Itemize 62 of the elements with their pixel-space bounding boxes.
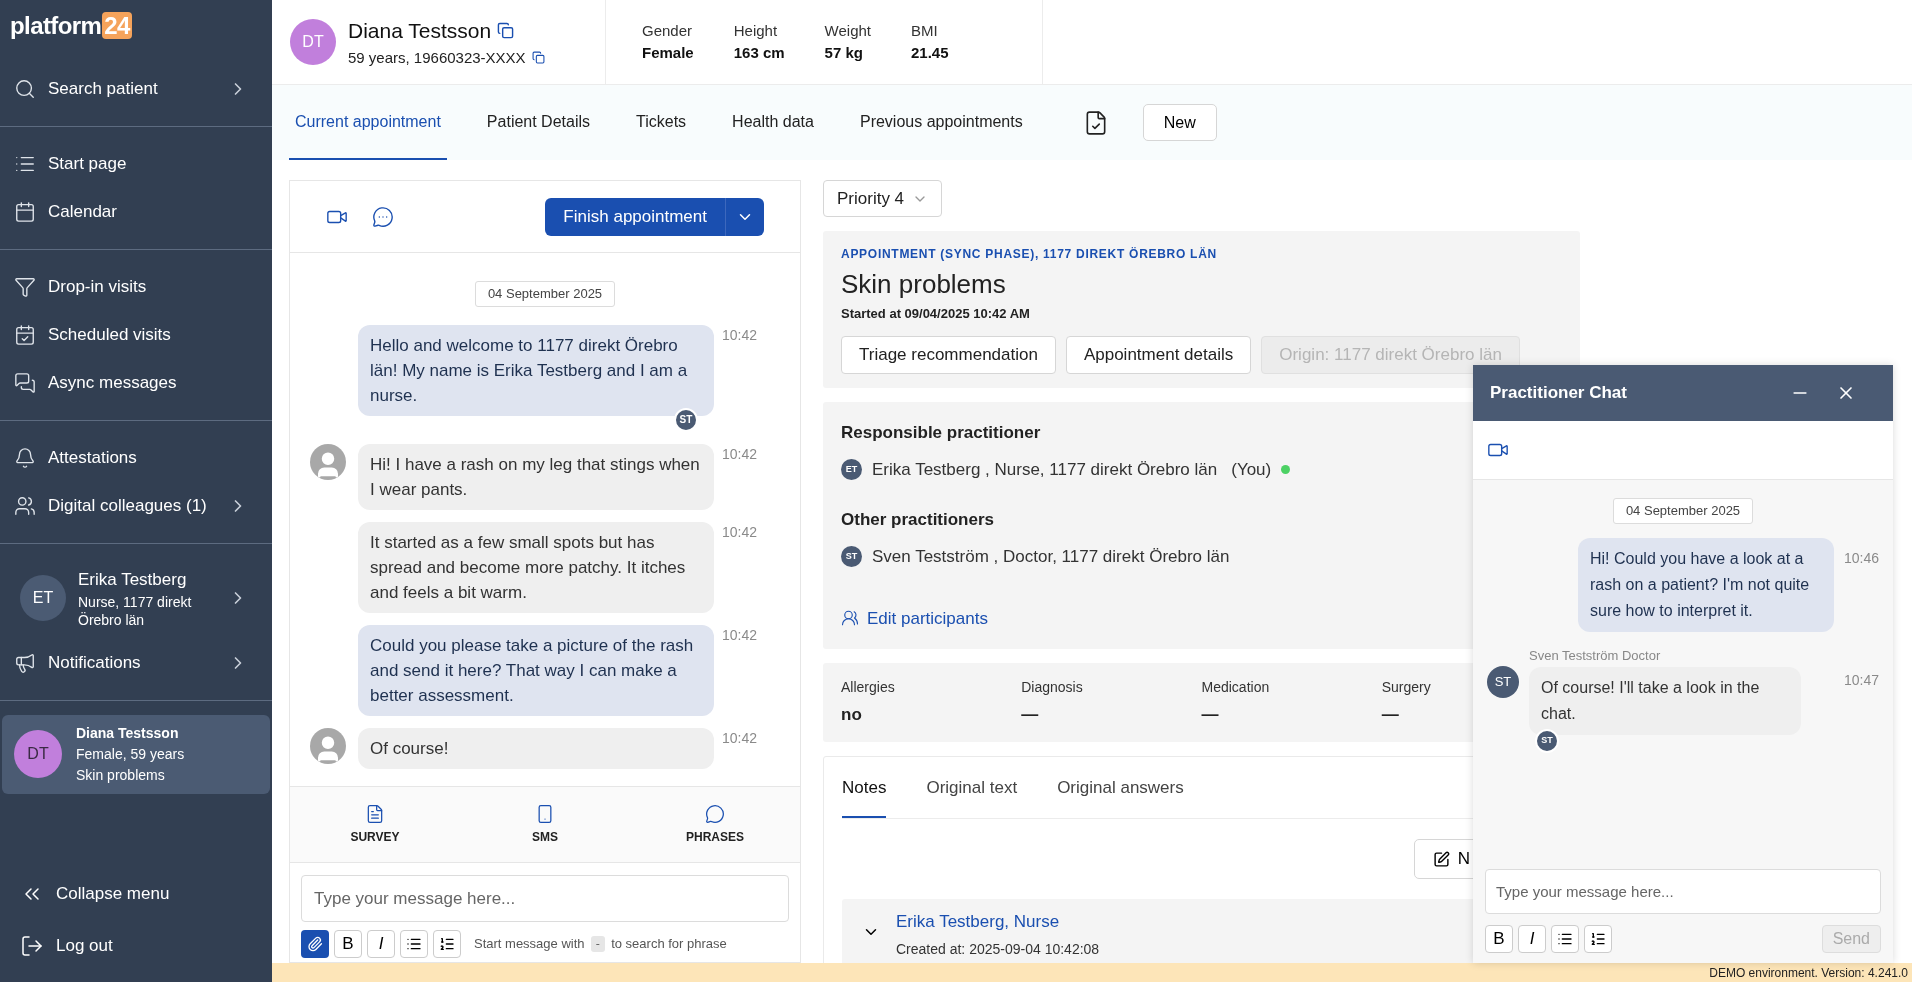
stat-value: 163 cm: [733, 43, 785, 63]
message-time: 10:42: [722, 625, 758, 645]
outgoing-message: Hi! Could you have a look at a rash on a patient? I'm not quite sure how to interpret it.: [1578, 537, 1834, 632]
logo: platform24: [10, 14, 132, 38]
window-title: Practitioner Chat: [1490, 382, 1628, 405]
stat-value: 21.45: [911, 43, 949, 63]
you-label: (You): [1231, 459, 1272, 481]
stat-label: Weight: [824, 20, 871, 41]
summary-value: —: [1021, 704, 1039, 726]
appointment-kicker: APPOINTMENT (SYNC PHASE), 1177 DIREKT ÖREBRO LÄN: [841, 246, 1218, 263]
message-time: 10:47: [1843, 670, 1879, 690]
incoming-message: It started as a few small spots but has spread and become more patchy. It itches and feels a bit warm.: [358, 521, 714, 613]
sender-name: Sven Testström Doctor: [1529, 646, 1662, 665]
summary-label: Allergies: [841, 678, 895, 697]
hint-text: to search for phrase: [611, 935, 727, 954]
summary-label: Medication: [1201, 678, 1270, 697]
note-created-at: Created at: 2025-09-04 10:42:08: [896, 939, 1100, 959]
message-time: 10:46: [1843, 548, 1879, 568]
sender-avatar: ST: [1487, 665, 1519, 698]
stat-label: Gender: [642, 20, 694, 41]
patient-name: Diana Testsson: [76, 723, 180, 743]
appointment-title: Skin problems: [841, 268, 1007, 301]
patient-details: Female, 59 years: [76, 744, 185, 764]
patient-avatar: DT: [14, 730, 62, 778]
summary-label: Surgery: [1381, 678, 1431, 697]
patient-name: Diana Testsson: [348, 18, 492, 44]
incoming-message: Hi! I have a rash on my leg that stings when I wear pants.: [358, 443, 714, 510]
practitioner-name: Sven Testström , Doctor, 1177 direkt Örebro län: [872, 546, 1230, 568]
read-receipt-avatar: ST: [1535, 729, 1559, 753]
message-time: 10:42: [722, 325, 758, 345]
user-role: Nurse, 1177 direkt Örebro län: [78, 592, 193, 629]
patient-details: 59 years, 19660323-XXXX: [348, 47, 526, 68]
date-label: 04 September 2025: [1612, 498, 1754, 524]
stat-value: 57 kg: [824, 43, 864, 63]
message-time: 10:42: [722, 522, 758, 542]
stat-value: Female: [642, 43, 694, 63]
incoming-message: Of course!: [358, 727, 714, 769]
incoming-message: Of course! I'll take a look in the chat.: [1529, 667, 1801, 735]
practitioner-name: Erika Testberg , Nurse, 1177 direkt Örebro län: [872, 459, 1218, 481]
section-heading: Other practitioners: [841, 508, 996, 531]
patient-reason: Skin problems: [76, 765, 166, 785]
summary-value: —: [1201, 704, 1219, 726]
practitioner-avatar: ET: [841, 459, 862, 481]
key-hint: -: [590, 935, 606, 953]
user-name: Erika Testberg: [78, 569, 188, 591]
message-time: 10:42: [722, 728, 758, 748]
patient-avatar: DT: [290, 19, 336, 65]
summary-value: —: [1381, 704, 1399, 726]
message-time: 10:42: [722, 444, 758, 464]
outgoing-message: Could you please take a picture of the rash and send it here? That way I can make a better assessment.: [358, 624, 714, 716]
stat-label: BMI: [911, 20, 939, 41]
stat-label: Height: [733, 20, 779, 41]
practitioner-avatar: ST: [841, 546, 862, 568]
summary-label: Diagnosis: [1021, 678, 1083, 697]
hint-text: Start message with: [474, 935, 585, 954]
outgoing-message: Hello and welcome to 1177 direkt Örebro län! My name is Erika Testberg and I am a nurse.: [358, 324, 714, 416]
section-heading: Responsible practitioner: [841, 421, 1042, 444]
environment-banner: DEMO environment. Version: 4.241.0: [272, 963, 1912, 982]
summary-value: no: [841, 704, 862, 726]
started-at-text: Started at 09/04/2025 10:42 AM: [841, 305, 1031, 323]
user-avatar: ET: [20, 574, 66, 621]
date-label: 04 September 2025: [474, 281, 616, 307]
